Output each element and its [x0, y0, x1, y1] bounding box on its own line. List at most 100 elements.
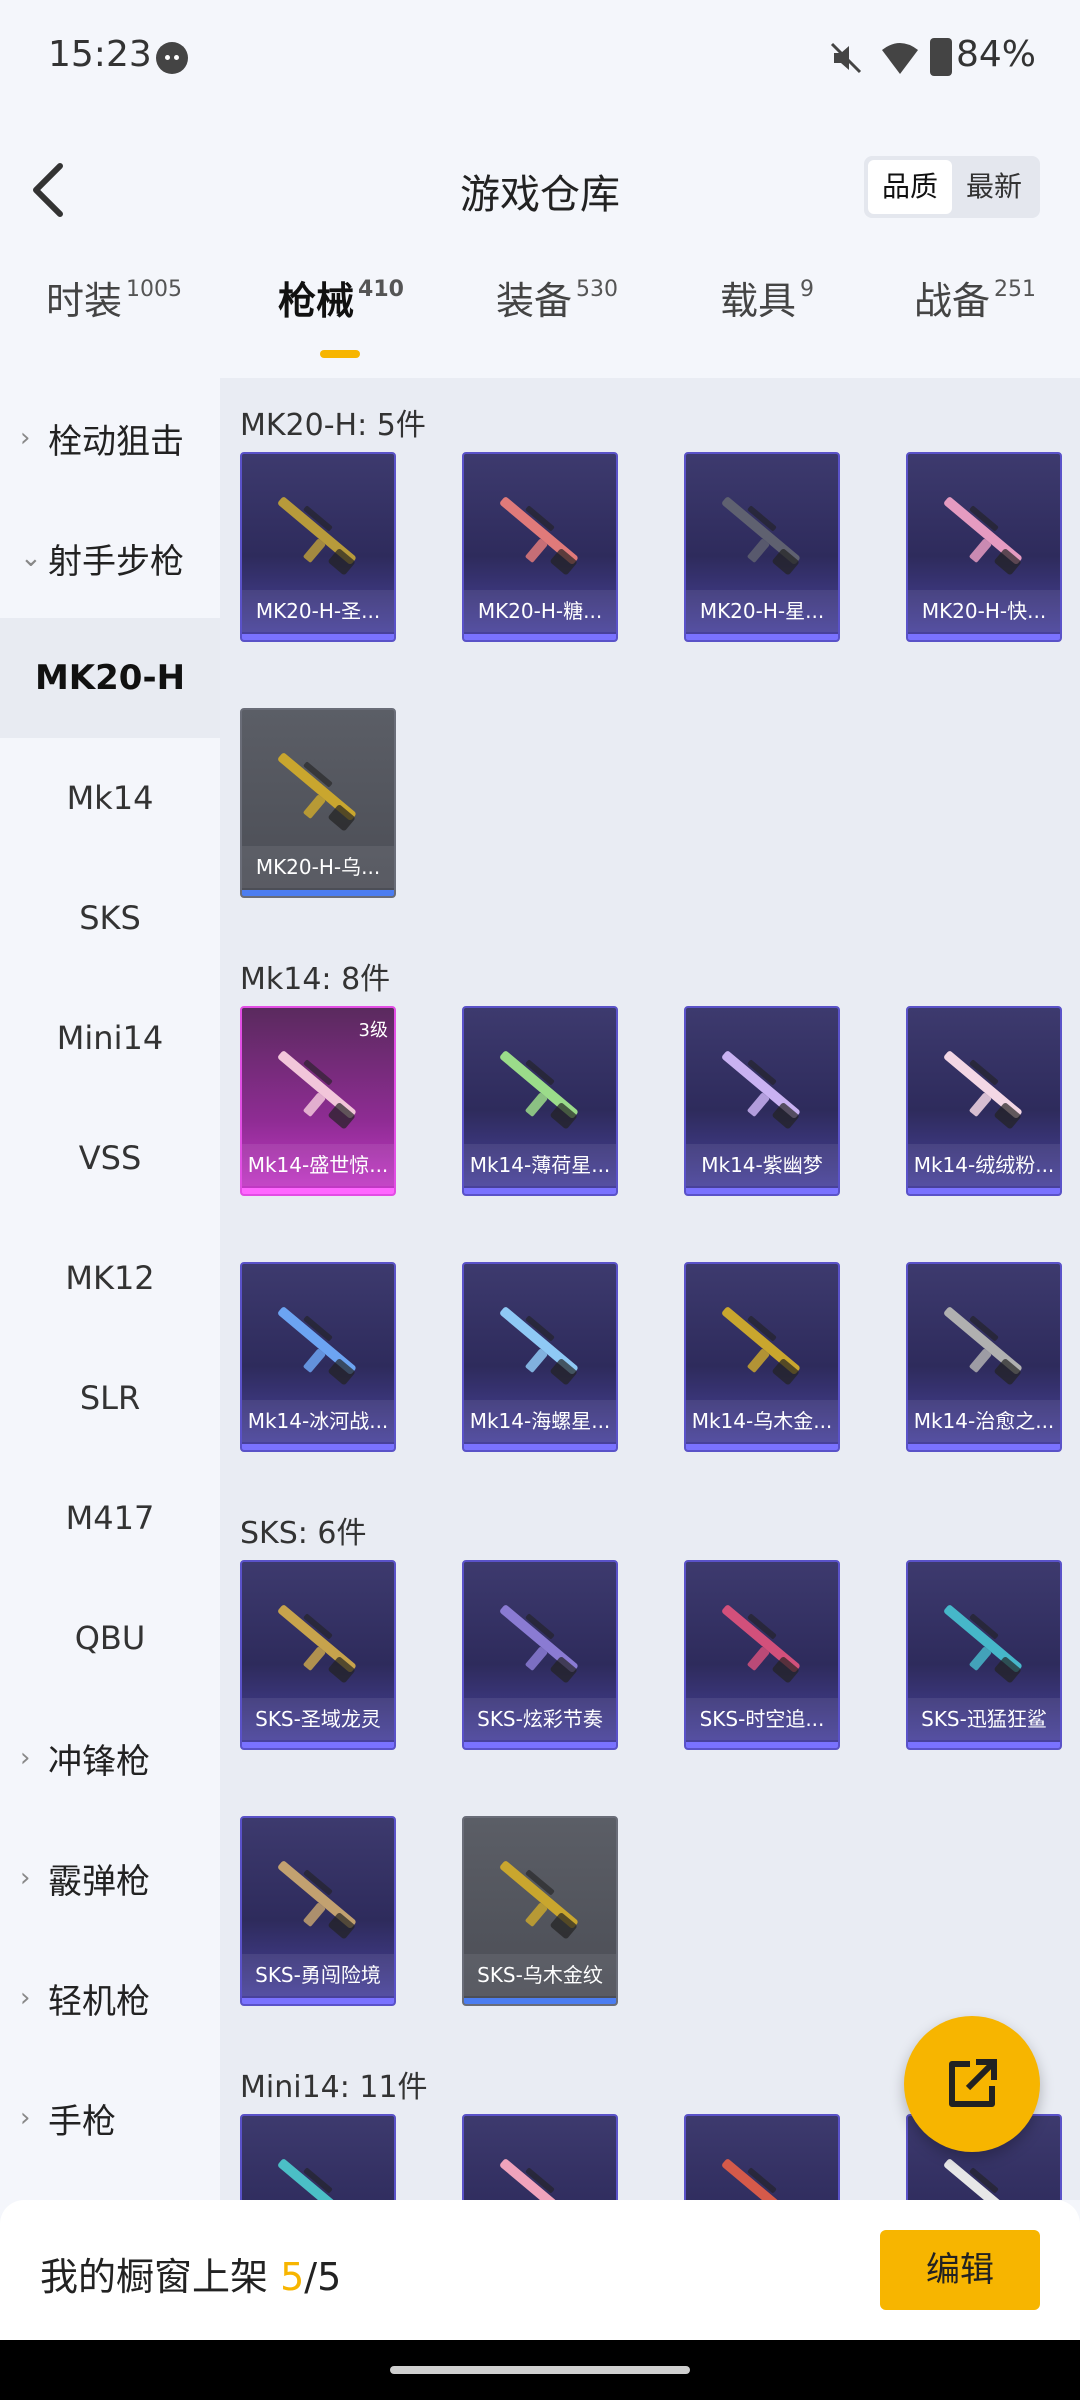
sidebar-item[interactable]: Mk14 — [0, 738, 220, 858]
weapon-card[interactable]: SKS-乌木金纹 — [462, 1816, 618, 2006]
rifle-icon — [278, 497, 356, 575]
weapon-card[interactable]: Mini14-香桃... — [462, 2114, 618, 2200]
weapon-card[interactable]: Mini14-辉羽... — [240, 2114, 396, 2200]
weapon-card[interactable]: MK20-H-快... — [906, 452, 1062, 642]
weapon-card[interactable]: SKS-迅猛狂鲨 — [906, 1560, 1062, 1750]
chevron-right-icon: › — [20, 423, 31, 453]
weapon-card[interactable]: MK20-H-乌... — [240, 708, 396, 898]
battery-level: 84% — [956, 34, 1037, 75]
rifle-icon — [500, 1861, 578, 1939]
tab-equipment[interactable]: 装备 530 — [496, 270, 618, 325]
weapon-grid: MK20-H: 5件 MK20-H-圣... MK20-H-糖... MK20-H-星… — [220, 378, 1080, 2200]
rifle-icon — [500, 1051, 578, 1129]
rifle-icon — [278, 1605, 356, 1683]
weapon-name: SKS-迅猛狂鲨 — [908, 1698, 1060, 1740]
weapon-name: Mk14-海螺星... — [464, 1400, 616, 1442]
rifle-icon — [944, 1307, 1022, 1385]
status-face-icon — [156, 42, 188, 74]
group-title: Mini14: 11件 — [240, 2070, 428, 2105]
sidebar-item[interactable]: MK12 — [0, 1218, 220, 1338]
weapon-card[interactable]: MK20-H-圣... — [240, 452, 396, 642]
weapon-card[interactable]: Mk14-治愈之... — [906, 1262, 1062, 1452]
status-bar: 15:23 84% — [0, 0, 1080, 115]
weapon-name: Mk14-盛世惊... — [242, 1144, 394, 1186]
weapon-card[interactable]: Mk14-紫幽梦 — [684, 1006, 840, 1196]
chevron-right-icon: › — [20, 1863, 31, 1893]
rarity-bar — [464, 634, 616, 640]
weapon-card[interactable]: Mk14-乌木金... — [684, 1262, 840, 1452]
rifle-icon — [944, 1051, 1022, 1129]
rifle-icon — [278, 1861, 356, 1939]
weapon-card[interactable]: Mk14-海螺星... — [462, 1262, 618, 1452]
rarity-bar — [464, 1444, 616, 1450]
sidebar-item[interactable]: › 手枪 — [0, 2058, 220, 2178]
sidebar-item[interactable]: QBU — [0, 1578, 220, 1698]
home-handle[interactable] — [390, 2366, 690, 2374]
showcase-total: /5 — [304, 2255, 342, 2299]
weapon-card[interactable]: SKS-时空追... — [684, 1560, 840, 1750]
group-title: MK20-H: 5件 — [240, 408, 426, 443]
weapon-card[interactable]: Mk14-冰河战... — [240, 1262, 396, 1452]
rarity-bar — [242, 1444, 394, 1450]
rarity-bar — [464, 1188, 616, 1194]
sort-toggle[interactable]: 品质 最新 — [864, 156, 1040, 218]
group-title: SKS: 6件 — [240, 1516, 367, 1551]
tab-fashion[interactable]: 时装 1005 — [46, 270, 182, 325]
mute-icon — [830, 42, 862, 74]
sidebar-item-label: SKS — [79, 899, 141, 937]
rifle-icon — [500, 1605, 578, 1683]
rifle-icon — [722, 1605, 800, 1683]
sidebar-item[interactable]: › 霰弹枪 — [0, 1818, 220, 1938]
weapon-card[interactable]: Mk14-绒绒粉... — [906, 1006, 1062, 1196]
weapon-name: Mk14-绒绒粉... — [908, 1144, 1060, 1186]
weapon-name: SKS-时空追... — [686, 1698, 838, 1740]
weapon-card[interactable]: SKS-炫彩节奏 — [462, 1560, 618, 1750]
sidebar-item[interactable]: MK20-H — [0, 618, 220, 738]
weapon-card[interactable]: Mk14-薄荷星... — [462, 1006, 618, 1196]
weapon-name: MK20-H-快... — [908, 590, 1060, 632]
rifle-icon — [278, 1051, 356, 1129]
share-button[interactable] — [904, 2016, 1040, 2152]
sidebar-item[interactable]: M417 — [0, 1458, 220, 1578]
rarity-bar — [242, 1742, 394, 1748]
rarity-bar — [242, 890, 394, 896]
rifle-icon — [722, 497, 800, 575]
sidebar-item[interactable]: › 冲锋枪 — [0, 1698, 220, 1818]
sidebar-item[interactable]: SKS — [0, 858, 220, 978]
weapon-card[interactable]: Mini14-穿刺... — [684, 2114, 840, 2200]
rifle-icon — [722, 1307, 800, 1385]
sidebar-item[interactable]: › 栓动狙击 — [0, 378, 220, 498]
weapon-name: MK20-H-圣... — [242, 590, 394, 632]
edit-button[interactable]: 编辑 — [880, 2230, 1040, 2310]
tab-vehicles[interactable]: 载具 9 — [720, 270, 814, 325]
sidebar-item-label: 手枪 — [48, 2101, 116, 2142]
status-time: 15:23 — [48, 34, 152, 75]
sidebar-item[interactable]: SLR — [0, 1338, 220, 1458]
sidebar-item[interactable]: VSS — [0, 1098, 220, 1218]
sidebar-item[interactable]: › 轻机枪 — [0, 1938, 220, 2058]
showcase-status: 我的橱窗上架 5/5 — [40, 2255, 342, 2299]
tab-firearms[interactable]: 枪械 410 — [278, 270, 404, 325]
weapon-card[interactable]: MK20-H-糖... — [462, 452, 618, 642]
sidebar-item[interactable]: ⌄ 射手步枪 — [0, 498, 220, 618]
sidebar-item-label: MK20-H — [34, 658, 186, 698]
weapon-card[interactable]: 3级 Mk14-盛世惊... — [240, 1006, 396, 1196]
weapon-card[interactable]: SKS-圣域龙灵 — [240, 1560, 396, 1750]
sidebar-item-label: 冲锋枪 — [48, 1741, 150, 1782]
rarity-bar — [242, 1188, 394, 1194]
sidebar-item-label: 射手步枪 — [48, 541, 184, 582]
weapon-name: SKS-炫彩节奏 — [464, 1698, 616, 1740]
rifle-icon — [500, 2159, 578, 2200]
sidebar-item[interactable]: Mini14 — [0, 978, 220, 1098]
sort-quality[interactable]: 品质 — [868, 160, 952, 214]
active-tab-indicator — [320, 350, 360, 358]
weapon-card[interactable]: MK20-H-星... — [684, 452, 840, 642]
weapon-card[interactable]: SKS-勇闯险境 — [240, 1816, 396, 2006]
chevron-right-icon: › — [20, 1983, 31, 2013]
tab-supplies[interactable]: 战备 251 — [914, 270, 1036, 325]
rarity-bar — [686, 634, 838, 640]
sidebar-item-label: 轻机枪 — [48, 1981, 150, 2022]
sort-latest[interactable]: 最新 — [952, 160, 1036, 214]
rifle-icon — [944, 497, 1022, 575]
weapon-name: MK20-H-糖... — [464, 590, 616, 632]
